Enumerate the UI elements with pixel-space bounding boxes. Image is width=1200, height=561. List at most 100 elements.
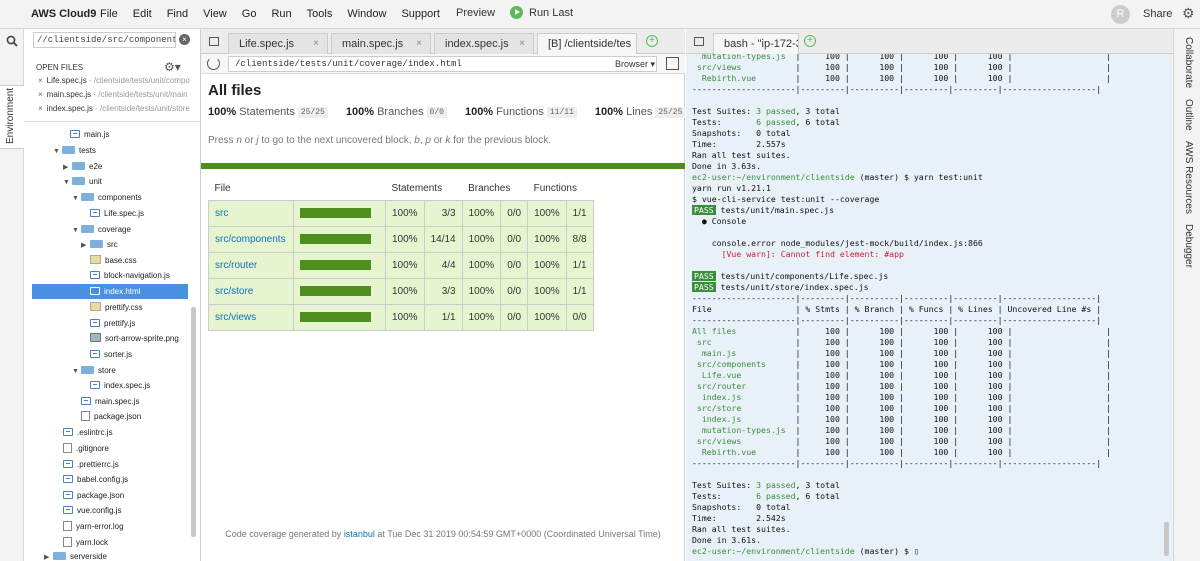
reload-icon[interactable] bbox=[207, 57, 220, 70]
file-link[interactable]: src/components bbox=[208, 225, 294, 253]
tab-bash[interactable]: bash - "ip-172-31 bbox=[713, 33, 799, 54]
file-link[interactable]: src/router bbox=[208, 251, 294, 279]
tree-item[interactable]: block-navigation.js bbox=[90, 268, 170, 283]
menu-view[interactable]: View bbox=[203, 8, 227, 20]
pane-menu-icon[interactable] bbox=[694, 37, 704, 46]
close-icon[interactable]: × bbox=[38, 76, 43, 85]
open-file-item[interactable]: × index.spec.js - /clientside/tests/unit/… bbox=[38, 104, 190, 113]
tree-folder[interactable]: ▶ e2e bbox=[63, 159, 102, 174]
tree-item[interactable]: main.js bbox=[70, 127, 109, 142]
close-icon[interactable]: × bbox=[416, 34, 422, 54]
run-last-button[interactable]: Run Last bbox=[510, 6, 573, 19]
tree-item-selected[interactable]: index.html bbox=[32, 284, 188, 299]
popout-icon[interactable] bbox=[666, 57, 679, 70]
tree-item[interactable]: prettify.js bbox=[90, 316, 135, 331]
app-logo[interactable]: AWS Cloud9 bbox=[31, 8, 96, 20]
tree-item-label: base.css bbox=[105, 256, 137, 265]
browser-mode-dropdown[interactable]: Browser ▾ bbox=[615, 56, 655, 72]
file-link[interactable]: src bbox=[208, 199, 294, 227]
collaborate-tab[interactable]: Collaborate bbox=[1183, 37, 1194, 88]
menu-run[interactable]: Run bbox=[271, 8, 291, 20]
open-file-item[interactable]: × Life.spec.js - /clientside/tests/unit/c… bbox=[38, 76, 190, 85]
add-tab-icon[interactable]: + bbox=[804, 35, 816, 47]
chevron-down-icon[interactable]: ▼ bbox=[63, 175, 72, 190]
preview-button[interactable]: Preview bbox=[456, 7, 495, 19]
chevron-down-icon[interactable]: ▼ bbox=[53, 144, 62, 159]
environment-tab[interactable]: Environment bbox=[0, 85, 24, 149]
path-filter-input[interactable]: //clientside/src/components bbox=[33, 32, 176, 48]
file-link[interactable]: src/views bbox=[208, 303, 294, 331]
tree-folder[interactable]: ▼ tests bbox=[53, 143, 96, 158]
column-header[interactable]: Branches bbox=[462, 178, 528, 201]
close-icon[interactable]: × bbox=[519, 34, 525, 54]
tree-folder[interactable]: ▼ coverage bbox=[72, 222, 131, 237]
chevron-down-icon[interactable]: ▼ bbox=[72, 223, 81, 238]
tree-item[interactable]: .eslintrc.js bbox=[63, 425, 113, 440]
tree-item[interactable]: package.json bbox=[63, 488, 124, 503]
close-icon[interactable]: × bbox=[38, 104, 43, 113]
menu-go[interactable]: Go bbox=[242, 8, 257, 20]
tab-index-spec[interactable]: index.spec.js × bbox=[434, 33, 534, 54]
tree-item[interactable]: babel.config.js bbox=[63, 472, 128, 487]
tree-item[interactable]: main.spec.js bbox=[81, 394, 139, 409]
search-icon[interactable] bbox=[6, 35, 18, 47]
add-tab-icon[interactable]: + bbox=[646, 35, 658, 47]
istanbul-link[interactable]: istanbul bbox=[344, 529, 375, 539]
tree-item[interactable]: yarn-error.log bbox=[63, 519, 124, 534]
tree-folder[interactable]: ▶ src bbox=[81, 237, 118, 252]
tree-item[interactable]: .prettierrc.js bbox=[63, 457, 119, 472]
file-link[interactable]: src/store bbox=[208, 277, 294, 305]
tree-item[interactable]: vue.config.js bbox=[63, 503, 121, 518]
tree-item[interactable]: .gitignore bbox=[63, 441, 109, 456]
open-file-item[interactable]: × main.spec.js - /clientside/tests/unit/m… bbox=[38, 90, 188, 99]
chevron-right-icon[interactable]: ▶ bbox=[44, 550, 53, 561]
settings-gear-icon[interactable]: ⚙▾ bbox=[164, 60, 181, 74]
tree-item[interactable]: prettify.css bbox=[90, 300, 143, 315]
css-file-icon bbox=[90, 302, 101, 311]
tree-item[interactable]: index.spec.js bbox=[90, 378, 150, 393]
tree-item[interactable]: sorter.js bbox=[90, 347, 132, 362]
menu-find[interactable]: Find bbox=[167, 8, 188, 20]
pane-menu-icon[interactable] bbox=[209, 37, 219, 46]
aws-resources-tab[interactable]: AWS Resources bbox=[1183, 141, 1194, 214]
tree-folder[interactable]: ▶ serverside bbox=[44, 549, 107, 561]
terminal[interactable]: mutation-types.js | 100 | 100 | 100 | 10… bbox=[686, 54, 1173, 561]
debugger-tab[interactable]: Debugger bbox=[1183, 224, 1194, 268]
gear-icon[interactable]: ⚙ bbox=[1182, 5, 1195, 22]
close-icon[interactable]: × bbox=[38, 90, 43, 99]
terminal-scrollbar[interactable] bbox=[1164, 522, 1169, 556]
statements-count: 1/1 bbox=[423, 303, 463, 331]
share-button[interactable]: Share bbox=[1143, 8, 1172, 20]
tab-main-spec[interactable]: main.spec.js × bbox=[331, 33, 431, 54]
tree-item[interactable]: package.json bbox=[81, 409, 141, 424]
chevron-down-icon[interactable]: ▼ bbox=[72, 364, 81, 379]
chevron-right-icon[interactable]: ▶ bbox=[81, 238, 90, 253]
chevron-right-icon[interactable]: ▶ bbox=[63, 160, 72, 175]
clear-icon[interactable]: × bbox=[179, 34, 190, 45]
chevron-down-icon[interactable]: ▼ bbox=[72, 191, 81, 206]
tree-item[interactable]: sort-arrow-sprite.png bbox=[90, 331, 179, 346]
url-input[interactable]: /clientside/tests/unit/coverage/index.ht… bbox=[228, 56, 657, 72]
functions-pct: 100% bbox=[527, 303, 567, 331]
menu-tools[interactable]: Tools bbox=[307, 8, 333, 20]
tree-item[interactable]: yarn.lock bbox=[63, 535, 108, 550]
column-header[interactable]: Statements bbox=[385, 178, 463, 201]
tree-folder[interactable]: ▼ unit bbox=[63, 174, 102, 189]
column-header[interactable]: File bbox=[208, 178, 294, 201]
tab-label: bash - "ip-172-31 bbox=[724, 38, 798, 50]
tree-scrollbar[interactable] bbox=[191, 307, 196, 537]
column-header[interactable]: Functions bbox=[527, 178, 594, 201]
menu-window[interactable]: Window bbox=[347, 8, 386, 20]
tab-browser-preview[interactable]: [B] /clientside/tes bbox=[537, 33, 637, 54]
close-icon[interactable]: × bbox=[313, 34, 319, 54]
outline-tab[interactable]: Outline bbox=[1183, 99, 1194, 131]
menu-file[interactable]: File bbox=[100, 8, 118, 20]
tab-life-spec[interactable]: Life.spec.js × bbox=[228, 33, 328, 54]
tree-item[interactable]: Life.spec.js bbox=[90, 206, 144, 221]
tree-folder[interactable]: ▼ store bbox=[72, 363, 116, 378]
tree-item[interactable]: base.css bbox=[90, 253, 137, 268]
menu-edit[interactable]: Edit bbox=[133, 8, 152, 20]
avatar[interactable]: R bbox=[1111, 5, 1130, 24]
menu-support[interactable]: Support bbox=[401, 8, 440, 20]
tree-folder[interactable]: ▼ components bbox=[72, 190, 142, 205]
